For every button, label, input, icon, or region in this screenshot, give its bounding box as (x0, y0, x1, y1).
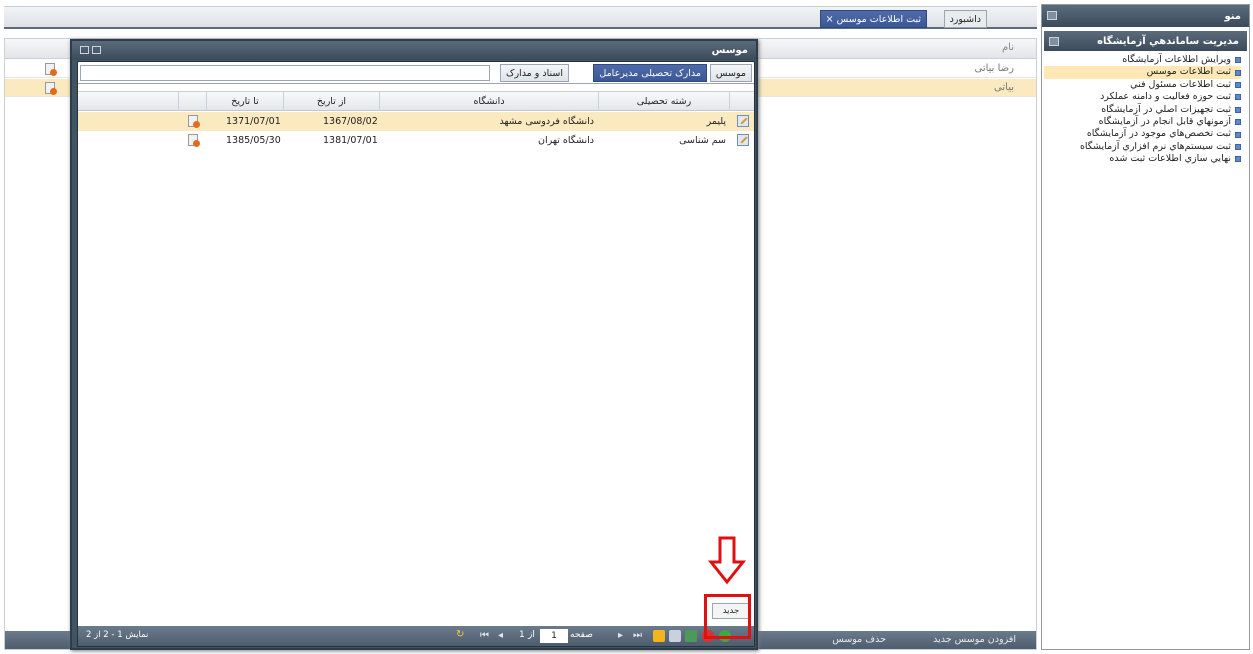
edit-icon[interactable] (737, 134, 749, 146)
menu-item-label: نهايي سازي اطلاعات ثبت شده (1109, 153, 1231, 165)
tab-documents[interactable]: اسناد و مدارک (499, 64, 569, 82)
menu-section-header[interactable]: مديريت ساماندهي آزمايشگاه (1044, 31, 1247, 51)
cell-university: دانشگاه تهران (537, 135, 594, 146)
menu-item-label: ثبت سيستم‌هاي نرم افزاري آزمايشگاه (1079, 140, 1231, 152)
close-icon[interactable] (92, 46, 101, 54)
row-name: رضا بیاتی (974, 63, 1014, 74)
refresh-flash-icon[interactable] (653, 630, 665, 642)
maximize-icon[interactable] (80, 46, 89, 54)
menu-item-label: ثبت اطلاعات موسس (1146, 66, 1231, 78)
highlight-box (704, 594, 751, 639)
cell-university: دانشگاه فردوسی مشهد (499, 116, 594, 127)
first-page-icon[interactable]: ⏮ (480, 630, 489, 641)
tab-dashboard[interactable]: داشبورد (943, 10, 987, 28)
menu-list: ويرايش اطلاعات آزمايشگاه ثبت اطلاعات موسس… (1044, 51, 1247, 166)
section-collapse-icon[interactable] (1049, 37, 1059, 46)
of-label: از (528, 630, 535, 640)
tab-founder-info-label: ثبت اطلاعات موسس (836, 14, 921, 25)
delete-founder-button[interactable]: حذف موسس (832, 634, 886, 645)
menu-item[interactable]: ثبت اطلاعات مسئول فني (1044, 79, 1241, 91)
table-row[interactable]: سم شناسی دانشگاه تهران 1381/07/01 1385/05/3… (78, 131, 754, 150)
prev-page-icon[interactable]: ◂ (498, 630, 503, 641)
reload-icon[interactable]: ↻ (456, 629, 464, 640)
tab-documents-label: اسناد و مدارک (505, 68, 563, 79)
bullet-icon (1235, 131, 1241, 138)
delete-row-icon[interactable] (45, 82, 57, 95)
cell-to: 1371/07/01 (226, 116, 281, 127)
col-to: تا تاریخ (206, 92, 283, 111)
menu-item[interactable]: ثبت تخصص‌هاي موجود در آزمايشگاه (1044, 128, 1241, 140)
add-founder-button[interactable]: افزودن موسس جدید (933, 634, 1016, 645)
menu-header: منو (1042, 5, 1249, 27)
menu-item-label: ويرايش اطلاعات آزمايشگاه (1122, 54, 1231, 65)
bullet-icon (1235, 81, 1241, 88)
edit-icon[interactable] (737, 115, 749, 127)
menu-section-title: مديريت ساماندهي آزمايشگاه (1097, 35, 1239, 47)
col-university: دانشگاه (379, 92, 598, 111)
total-pages: 1 (519, 630, 525, 640)
export-excel-icon[interactable] (685, 630, 697, 642)
bullet-icon (1235, 69, 1241, 76)
menu-item-label: ثبت تخصص‌هاي موجود در آزمايشگاه (1086, 128, 1231, 140)
col-icon (729, 92, 754, 111)
menu-item[interactable]: نهايي سازي اطلاعات ثبت شده (1044, 153, 1241, 165)
degrees-grid: رشته تحصیلی دانشگاه از تاریخ تا تاریخ پل… (78, 91, 754, 600)
tab-dashboard-label: داشبورد (949, 14, 981, 25)
col-delete (178, 92, 206, 111)
dialog-toolbar: ⏭ ▸ صفحه 1 از 1 ◂ ⏮ ↻ نمایش 1 - 2 از 2 (78, 626, 754, 646)
delete-row-icon[interactable] (45, 63, 57, 76)
tab-founder-label: موسس (715, 68, 746, 79)
bullet-icon (1235, 57, 1241, 64)
menu-item[interactable]: ثبت اطلاعات موسس (1044, 66, 1241, 79)
col-field: رشته تحصیلی (598, 92, 729, 111)
last-page-icon[interactable]: ⏭ (633, 630, 642, 641)
dialog-title-bar[interactable]: موسس (72, 41, 756, 60)
print-icon[interactable] (669, 630, 681, 642)
page-input[interactable]: 1 (540, 629, 568, 643)
delete-row-icon[interactable] (188, 115, 200, 128)
menu-header-title: منو (1224, 10, 1241, 22)
collapse-icon[interactable] (1047, 11, 1057, 20)
menu-item-label: ثبت اطلاعات مسئول فني (1130, 78, 1231, 90)
menu-item[interactable]: ثبت حوزه فعاليت و دامنه عملكرد (1044, 91, 1241, 103)
cell-from: 1367/08/02 (323, 116, 378, 127)
tab-bar: ثبت اطلاعات موسس × داشبورد (4, 6, 1037, 29)
bullet-icon (1235, 143, 1241, 150)
degrees-grid-header: رشته تحصیلی دانشگاه از تاریخ تا تاریخ (78, 92, 754, 111)
next-page-icon[interactable]: ▸ (618, 630, 623, 641)
menu-item[interactable]: ثبت تجهيزات اصلي در آزمايشگاه (1044, 104, 1241, 116)
pager-summary: نمایش 1 - 2 از 2 (86, 630, 149, 640)
bullet-icon (1235, 119, 1241, 126)
cell-to: 1385/05/30 (226, 135, 281, 146)
founder-dialog: موسس موسس مدارک تحصیلی مدیرعامل اسناد و … (70, 39, 758, 650)
bullet-icon (1235, 106, 1241, 113)
down-arrow-icon (708, 536, 746, 585)
menu-item[interactable]: ثبت سيستم‌هاي نرم افزاري آزمايشگاه (1044, 141, 1241, 153)
cell-field: سم شناسی (679, 135, 726, 146)
menu-item[interactable]: ويرايش اطلاعات آزمايشگاه (1044, 54, 1241, 66)
tab-degrees-label: مدارک تحصیلی مدیرعامل (599, 68, 701, 79)
col-from: از تاریخ (283, 92, 379, 111)
bullet-icon (1235, 94, 1241, 101)
column-name: نام (1001, 42, 1014, 53)
menu-item[interactable]: آزمونهاي قابل انجام در آزمايشگاه (1044, 116, 1241, 128)
menu-item-label: ثبت حوزه فعاليت و دامنه عملكرد (1100, 91, 1231, 103)
dialog-body: موسس مدارک تحصیلی مدیرعامل اسناد و مدارک… (77, 61, 755, 647)
cell-from: 1381/07/01 (323, 135, 378, 146)
tab-strip-filler (80, 65, 490, 81)
bullet-icon (1235, 156, 1241, 163)
row-name: بیاتی (994, 82, 1014, 93)
cell-field: پلیمر (706, 116, 726, 127)
dialog-title: موسس (711, 45, 748, 56)
tab-founder-info[interactable]: ثبت اطلاعات موسس × (819, 10, 927, 28)
page-label: صفحه (570, 630, 593, 640)
tab-founder[interactable]: موسس (709, 64, 752, 82)
tab-degrees[interactable]: مدارک تحصیلی مدیرعامل (593, 64, 707, 82)
delete-row-icon[interactable] (188, 134, 200, 147)
table-row[interactable]: پلیمر دانشگاه فردوسی مشهد 1367/08/02 1371/0… (78, 112, 754, 131)
tab-close-icon[interactable]: × (826, 14, 834, 25)
side-menu-panel: منو مديريت ساماندهي آزمايشگاه ويرايش اطل… (1041, 4, 1250, 650)
menu-item-label: ثبت تجهيزات اصلي در آزمايشگاه (1101, 103, 1231, 115)
menu-item-label: آزمونهاي قابل انجام در آزمايشگاه (1098, 115, 1231, 127)
